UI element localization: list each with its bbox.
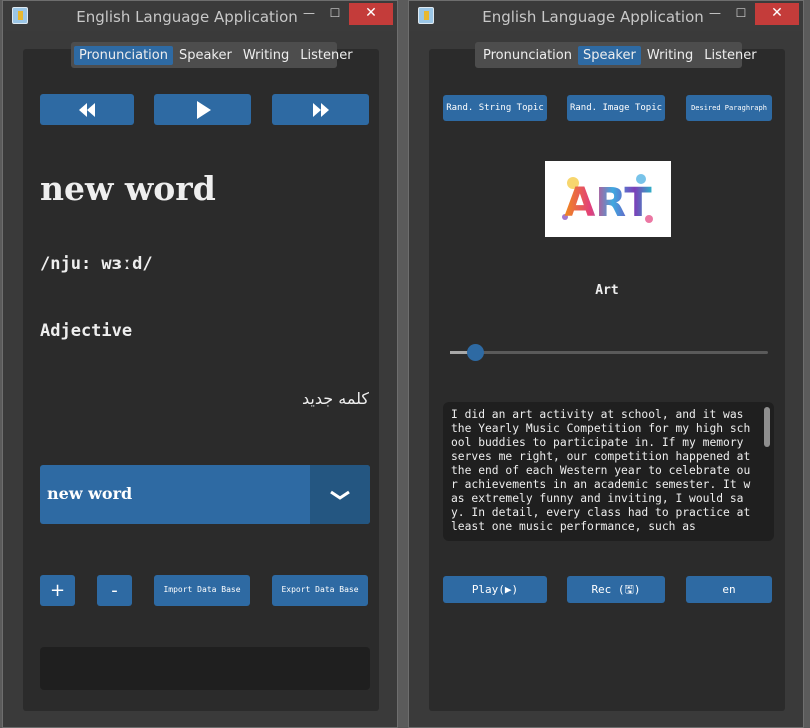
translation-text: کلمه جدید <box>302 389 369 408</box>
desired-paragraph-button[interactable]: Desired Paraghraph <box>686 95 772 121</box>
import-database-button[interactable]: Import Data Base <box>154 575 250 606</box>
close-icon[interactable]: ✕ <box>755 3 799 25</box>
word-select[interactable]: new word <box>40 465 370 524</box>
tab-speaker[interactable]: Speaker <box>577 45 641 65</box>
dropdown-toggle[interactable] <box>310 465 370 524</box>
pronunciation-window: English Language Application — ☐ ✕ Pronu… <box>2 0 398 728</box>
minimize-icon[interactable]: — <box>705 3 725 25</box>
content-panel <box>429 49 785 711</box>
word-select-value: new word <box>47 484 133 503</box>
paragraph-text: I did an art activity at school, and it … <box>451 408 751 533</box>
tab-speaker[interactable]: Speaker <box>174 46 237 65</box>
speaker-window: English Language Application — ☐ ✕ Pronu… <box>408 0 804 728</box>
tab-bar: Pronunciation Speaker Writing Listener <box>475 42 757 68</box>
maximize-icon[interactable]: ☐ <box>731 3 751 25</box>
play-icon <box>196 100 211 119</box>
art-image-graphic: ART <box>562 174 653 226</box>
play-button[interactable] <box>154 94 251 125</box>
title-bar: English Language Application — ☐ ✕ <box>3 1 397 31</box>
random-image-topic-button[interactable]: Rand. Image Topic <box>567 95 665 121</box>
part-of-speech: Adjective <box>40 321 133 341</box>
slider-track[interactable] <box>450 351 768 354</box>
phonetic-text: /nju: wɜːd/ <box>40 254 153 274</box>
remove-button[interactable]: - <box>97 575 132 606</box>
rewind-icon <box>79 102 95 117</box>
play-button[interactable]: Play(▶) <box>443 576 547 603</box>
tab-listener[interactable]: Listener <box>295 46 357 65</box>
close-icon[interactable]: ✕ <box>349 3 393 25</box>
content-panel <box>23 49 379 711</box>
title-bar: English Language Application — ☐ ✕ <box>409 1 803 31</box>
add-button[interactable]: + <box>40 575 75 606</box>
topic-label: Art <box>595 283 619 298</box>
scrollbar[interactable] <box>764 407 770 447</box>
language-button[interactable]: en <box>686 576 772 603</box>
tab-bar: Pronunciation Speaker Writing Listener <box>71 42 353 68</box>
previous-button[interactable] <box>40 94 134 125</box>
minimize-icon[interactable]: — <box>299 3 319 25</box>
export-database-button[interactable]: Export Data Base <box>272 575 368 606</box>
tab-writing[interactable]: Writing <box>642 46 698 65</box>
random-string-topic-button[interactable]: Rand. String Topic <box>443 95 547 121</box>
tab-listener[interactable]: Listener <box>699 46 761 65</box>
word-heading: new word <box>40 169 216 208</box>
fast-forward-icon <box>312 102 329 117</box>
chevron-down-icon <box>330 490 350 500</box>
record-button[interactable]: Rec (🖫) <box>567 576 665 603</box>
tab-pronunciation[interactable]: Pronunciation <box>478 46 577 65</box>
topic-image: ART <box>545 161 671 237</box>
paragraph-textbox[interactable]: I did an art activity at school, and it … <box>443 402 774 541</box>
next-button[interactable] <box>272 94 369 125</box>
image-text: ART <box>564 180 652 226</box>
tab-writing[interactable]: Writing <box>238 46 294 65</box>
tab-pronunciation[interactable]: Pronunciation <box>74 45 173 65</box>
maximize-icon[interactable]: ☐ <box>325 3 345 25</box>
status-box <box>40 647 370 690</box>
